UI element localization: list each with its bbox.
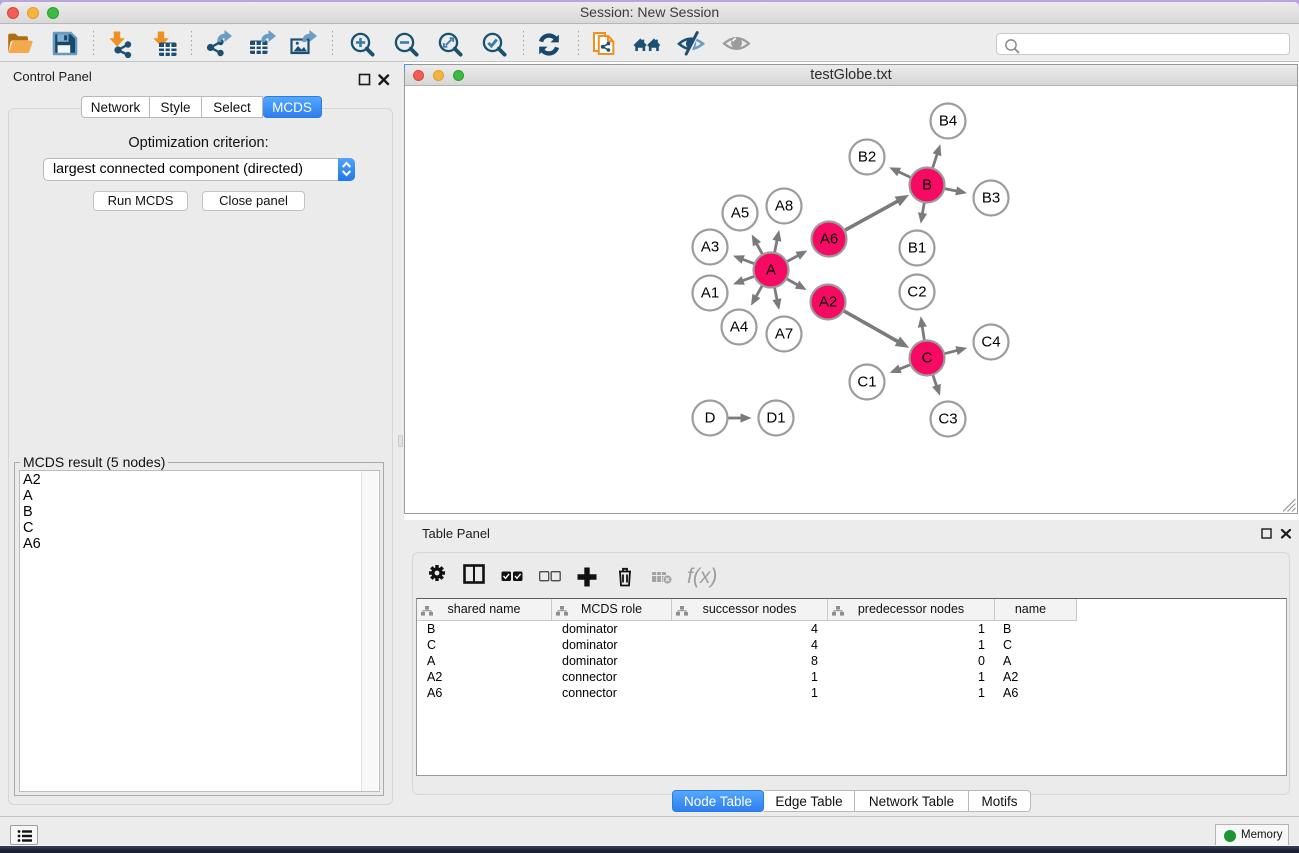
svg-text:A7: A7 <box>775 326 793 343</box>
svg-text:A8: A8 <box>775 198 793 215</box>
svg-text:B: B <box>922 177 932 194</box>
svg-text:C2: C2 <box>907 284 926 301</box>
svg-text:f(x): f(x) <box>687 565 717 588</box>
svg-text:A1: A1 <box>701 285 719 302</box>
svg-text:A: A <box>766 262 776 279</box>
svg-text:C3: C3 <box>938 411 957 428</box>
svg-text:B4: B4 <box>939 113 957 130</box>
svg-text:B3: B3 <box>982 190 1000 207</box>
svg-text:D1: D1 <box>766 410 785 427</box>
svg-text:A5: A5 <box>731 205 749 222</box>
svg-text:D: D <box>705 410 716 427</box>
svg-text:B1: B1 <box>908 240 926 257</box>
svg-text:A4: A4 <box>730 319 748 336</box>
svg-text:B2: B2 <box>858 149 876 166</box>
svg-text:C4: C4 <box>981 334 1000 351</box>
svg-text:C1: C1 <box>857 374 876 391</box>
svg-text:A3: A3 <box>701 239 719 256</box>
svg-text:A2: A2 <box>819 294 837 311</box>
svg-text:C: C <box>922 350 933 367</box>
svg-text:A6: A6 <box>820 231 838 248</box>
